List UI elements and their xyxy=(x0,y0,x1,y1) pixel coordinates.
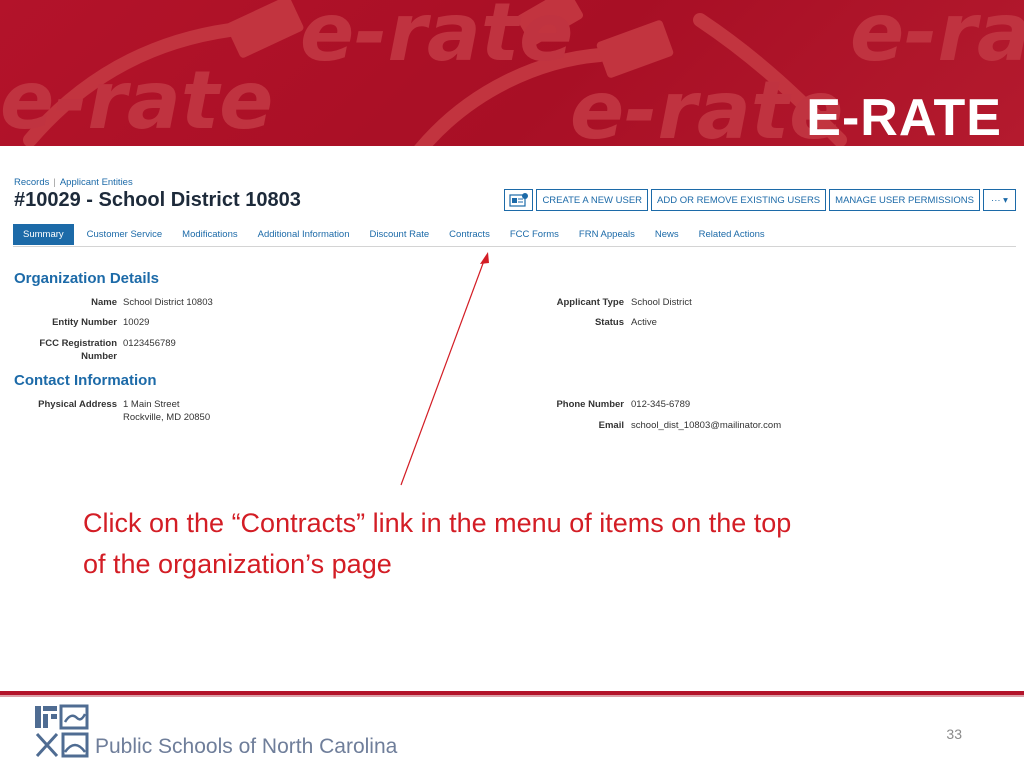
dpi-logo-icon xyxy=(35,704,89,758)
footer-rule-light xyxy=(0,695,1024,697)
instruction-line1: Click on the “Contracts” link in the men… xyxy=(83,508,792,538)
instruction-line2: of the organization’s page xyxy=(83,549,392,579)
annotation-arrow xyxy=(400,252,489,486)
page-number: 33 xyxy=(946,726,962,742)
instruction-text: Click on the “Contracts” link in the men… xyxy=(83,503,963,585)
footer-org-name: Public Schools of North Carolina xyxy=(95,735,398,758)
